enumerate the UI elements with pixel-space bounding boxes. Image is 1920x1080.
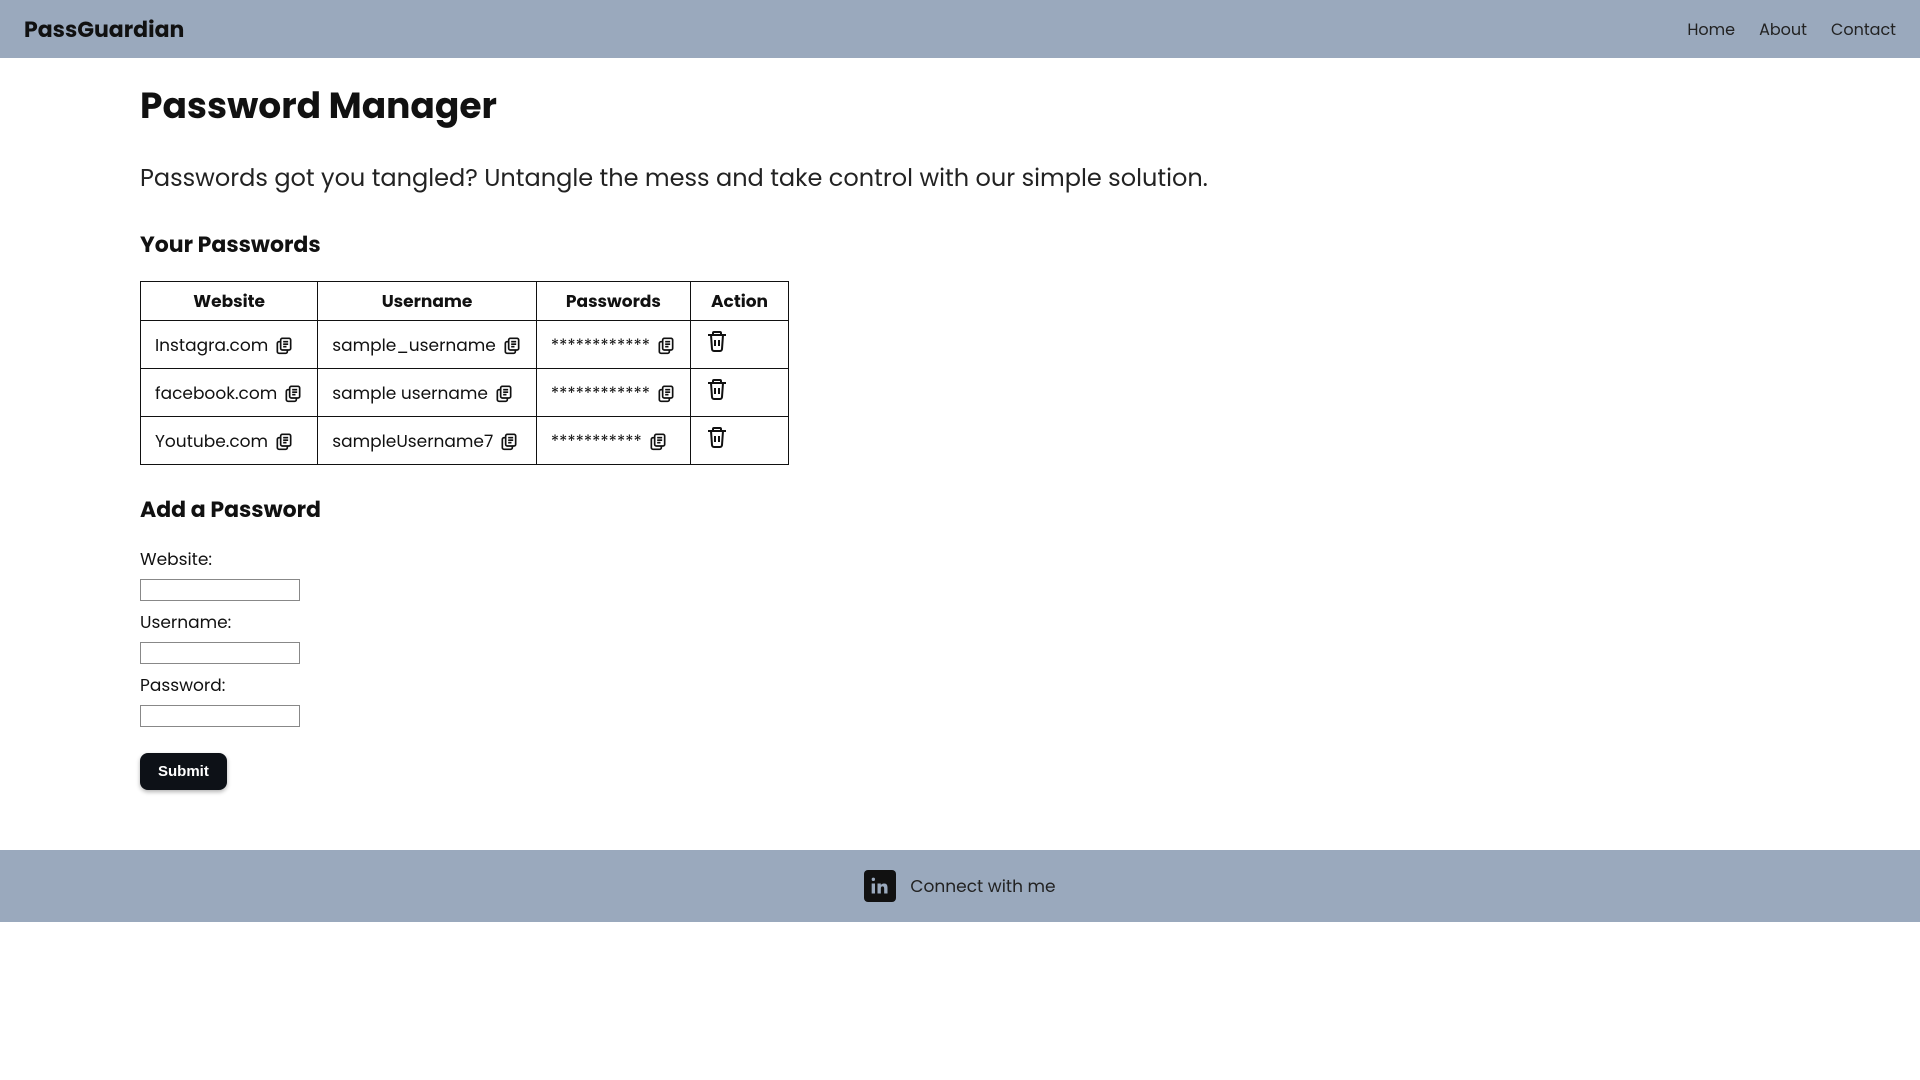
footer-text: Connect with me <box>910 873 1055 899</box>
navbar: PassGuardian Home About Contact <box>0 0 1920 58</box>
nav-link-home[interactable]: Home <box>1687 17 1735 42</box>
table-row: facebook.com sample username ************ <box>141 369 789 417</box>
linkedin-icon[interactable] <box>864 870 896 902</box>
password-value: *********** <box>551 428 642 454</box>
copy-icon[interactable] <box>494 383 514 403</box>
username-input[interactable] <box>140 642 300 664</box>
add-password-form: Website: Username: Password: Submit <box>140 546 1780 790</box>
website-input[interactable] <box>140 579 300 601</box>
trash-icon[interactable] <box>705 329 729 353</box>
col-username: Username <box>318 282 537 321</box>
password-value: ************ <box>551 332 650 358</box>
table-header-row: Website Username Passwords Action <box>141 282 789 321</box>
username-value: sample_username <box>332 332 496 358</box>
copy-icon[interactable] <box>274 431 294 451</box>
copy-icon[interactable] <box>499 431 519 451</box>
website-value: Instagra.com <box>155 332 268 358</box>
footer: Connect with me <box>0 850 1920 922</box>
copy-icon[interactable] <box>502 335 522 355</box>
nav-link-contact[interactable]: Contact <box>1831 17 1896 42</box>
nav-links: Home About Contact <box>1687 17 1896 42</box>
page-title: Password Manager <box>140 78 1780 133</box>
nav-link-about[interactable]: About <box>1759 17 1807 42</box>
username-value: sample username <box>332 380 488 406</box>
copy-icon[interactable] <box>648 431 668 451</box>
passwords-table: Website Username Passwords Action Instag… <box>140 281 789 465</box>
main-container: Password Manager Passwords got you tangl… <box>0 58 1920 810</box>
table-row: Instagra.com sample_username ************ <box>141 321 789 369</box>
tagline: Passwords got you tangled? Untangle the … <box>140 161 1780 196</box>
add-password-heading: Add a Password <box>140 493 1780 526</box>
username-value: sampleUsername7 <box>332 428 493 454</box>
copy-icon[interactable] <box>656 335 676 355</box>
col-action: Action <box>691 282 789 321</box>
copy-icon[interactable] <box>274 335 294 355</box>
password-value: ************ <box>551 380 650 406</box>
copy-icon[interactable] <box>656 383 676 403</box>
brand-logo: PassGuardian <box>24 13 184 46</box>
copy-icon[interactable] <box>283 383 303 403</box>
trash-icon[interactable] <box>705 425 729 449</box>
table-row: Youtube.com sampleUsername7 *********** <box>141 417 789 465</box>
password-input[interactable] <box>140 705 300 727</box>
password-label: Password: <box>140 672 1780 698</box>
submit-button[interactable]: Submit <box>140 753 227 790</box>
your-passwords-heading: Your Passwords <box>140 228 1780 261</box>
username-label: Username: <box>140 609 1780 635</box>
trash-icon[interactable] <box>705 377 729 401</box>
website-value: Youtube.com <box>155 428 268 454</box>
col-passwords: Passwords <box>536 282 690 321</box>
website-label: Website: <box>140 546 1780 572</box>
website-value: facebook.com <box>155 380 277 406</box>
col-website: Website <box>141 282 318 321</box>
